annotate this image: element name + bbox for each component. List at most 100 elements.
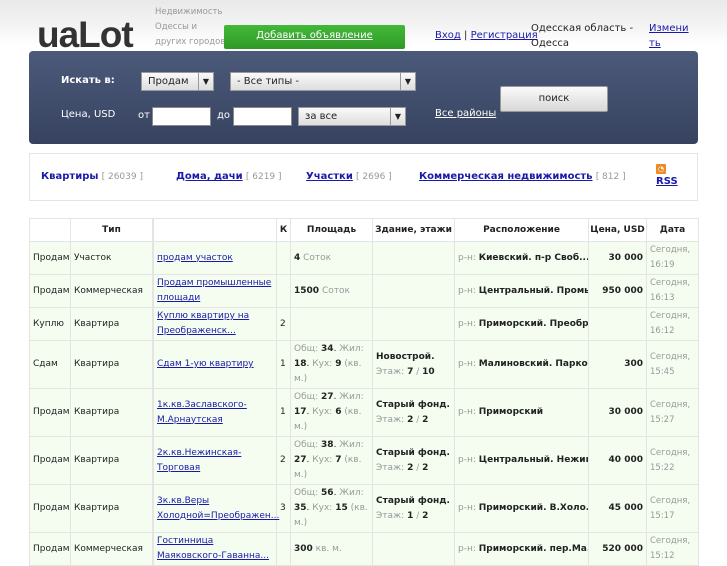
rss-link[interactable]: ◔ RSS xyxy=(656,164,678,187)
type-cell: Коммерческая xyxy=(70,532,153,566)
district-prefix: р-н: xyxy=(458,359,476,369)
price-cell: 30 000 xyxy=(588,388,647,437)
area-value: 4 xyxy=(294,252,301,263)
district-prefix: р-н: xyxy=(458,252,476,263)
period-select[interactable]: за все ▼ xyxy=(298,107,406,126)
deal-cell: Продам xyxy=(29,274,71,308)
deal-cell: Продам xyxy=(29,436,71,485)
category-name[interactable]: Коммерческая недвижимость xyxy=(419,171,593,182)
login-link[interactable]: Вход xyxy=(435,30,461,41)
table-row[interactable]: Продам Квартира 1к.кв.Заславского-М.Арнаут… xyxy=(29,388,699,437)
rooms-cell xyxy=(276,274,291,308)
category-name[interactable]: Квартиры xyxy=(41,171,98,182)
title-cell: продам участок xyxy=(153,241,277,275)
kitchen-label: Кух: xyxy=(312,503,333,513)
table-row[interactable]: Продам Квартира 2к.кв.Нежинская-Торговая 2 О… xyxy=(29,436,699,485)
district-prefix: р-н: xyxy=(458,543,476,554)
table-row[interactable]: Продам Коммерческая Гостинница Маяковского… xyxy=(29,532,699,566)
deal-cell: Продам xyxy=(29,532,71,566)
category-houses[interactable]: Дома, дачи [ 6219 ] xyxy=(176,171,282,182)
column-header: Тип xyxy=(70,218,153,242)
listing-link[interactable]: продам участок xyxy=(157,253,233,263)
chevron-down-icon: ▼ xyxy=(400,73,415,90)
kitchen-label: Кух: xyxy=(312,359,333,369)
category-plots[interactable]: Участки [ 2696 ] xyxy=(306,171,392,182)
floor: 7 xyxy=(407,366,414,377)
category-name[interactable]: Дома, дачи xyxy=(176,171,243,182)
listing-link[interactable]: Продам промышленные площади xyxy=(157,278,271,303)
table-row[interactable]: Сдам Квартира Сдам 1-ую квартиру 1 Общ: 34. … xyxy=(29,340,699,389)
area-unit: кв. м. xyxy=(315,543,342,554)
type-select-value: - Все типы - xyxy=(237,76,300,87)
area-cell xyxy=(290,307,373,341)
floor-label: Этаж: xyxy=(376,414,405,425)
listing-link[interactable]: 2к.кв.Нежинская-Торговая xyxy=(157,448,241,473)
deal-select[interactable]: Продам ▼ xyxy=(141,72,214,91)
category-bar: Квартиры [ 26039 ] Дома, дачи [ 6219 ] У… xyxy=(29,153,698,201)
table-row[interactable]: Продам Коммерческая Продам промышленные пл… xyxy=(29,274,699,308)
location: Малиновский. Парко... xyxy=(478,359,589,369)
location: Центральный. Промы... xyxy=(478,285,588,296)
search-button[interactable]: поиск xyxy=(500,86,608,112)
category-name[interactable]: Участки xyxy=(306,171,353,182)
location: Центральный. Нежин... xyxy=(478,455,588,465)
all-districts-link[interactable]: Все районы xyxy=(435,108,496,119)
listing-link[interactable]: Гостинница Маяковского-Гаванна... xyxy=(157,536,269,561)
location-cell: р-н: Приморский. Преобр... xyxy=(454,307,589,341)
rss-icon: ◔ xyxy=(656,164,666,174)
listing-link[interactable]: 1к.кв.Заславского-М.Арнаутская xyxy=(157,400,247,425)
register-link[interactable]: Регистрация xyxy=(471,30,538,41)
price-to-input[interactable] xyxy=(233,107,292,126)
change-region-link[interactable]: Изменить xyxy=(649,21,694,51)
type-cell: Квартира xyxy=(70,307,153,341)
logo[interactable]: uaLot xyxy=(37,14,134,56)
price-from-input[interactable] xyxy=(152,107,211,126)
location: Приморский. пер.Ма... xyxy=(478,543,589,554)
deal-cell: Продам xyxy=(29,484,71,533)
column-header xyxy=(153,218,277,242)
floor: 2 xyxy=(407,414,414,425)
floors: 2 xyxy=(422,462,429,473)
location: Киевский. п-р Своб... xyxy=(478,252,589,263)
kitchen-label: Кух: xyxy=(312,407,333,417)
type-cell: Квартира xyxy=(70,340,153,389)
listing-link[interactable]: Куплю квартиру на Преображенск... xyxy=(157,311,249,336)
category-commercial[interactable]: Коммерческая недвижимость [ 812 ] xyxy=(419,171,626,182)
to-label: до xyxy=(217,110,231,121)
building-type: Старый фонд. xyxy=(376,399,450,410)
listing-link[interactable]: 3к.кв.Веры Холодной=Преображен... xyxy=(157,496,279,521)
add-listing-button[interactable]: Добавить объявление xyxy=(224,25,405,49)
floor-label: Этаж: xyxy=(376,366,405,377)
price-cell: 30 000 xyxy=(588,241,647,275)
table-row[interactable]: Продам Квартира 3к.кв.Веры Холодной=Преобр… xyxy=(29,484,699,533)
location: Приморский. В.Холо... xyxy=(478,503,589,513)
slash: / xyxy=(416,366,420,377)
area-cell: Общ: 38. Жил: 27. Кух: 7 (кв. м.) xyxy=(290,436,373,485)
district-prefix: р-н: xyxy=(458,318,476,329)
rss-label[interactable]: RSS xyxy=(656,176,678,187)
total-area: 38 xyxy=(321,440,334,450)
period-select-value: за все xyxy=(305,111,338,122)
floor: 2 xyxy=(407,462,414,473)
location-cell: р-н: Центральный. Промы... xyxy=(454,274,589,308)
category-count: [ 6219 ] xyxy=(245,172,282,182)
district-prefix: р-н: xyxy=(458,407,476,417)
total-label: Общ: xyxy=(294,440,319,450)
date-cell: Сегодня, 16:12 xyxy=(646,307,699,341)
total-label: Общ: xyxy=(294,488,319,498)
deal-cell: Продам xyxy=(29,241,71,275)
table-row[interactable]: Продам Участок продам участок 4 Соток р-н: К… xyxy=(29,241,699,275)
category-apartments[interactable]: Квартиры [ 26039 ] xyxy=(41,171,143,182)
floor-label: Этаж: xyxy=(376,510,405,521)
table-row[interactable]: Куплю Квартира Куплю квартиру на Преображе… xyxy=(29,307,699,341)
rooms-cell: 1 xyxy=(276,340,291,389)
category-count: [ 812 ] xyxy=(595,172,626,182)
category-count: [ 2696 ] xyxy=(356,172,392,182)
building-cell xyxy=(372,241,455,275)
type-select[interactable]: - Все типы - ▼ xyxy=(230,72,416,91)
title-cell: Сдам 1-ую квартиру xyxy=(153,340,277,389)
floors: 10 xyxy=(422,366,435,377)
listing-link[interactable]: Сдам 1-ую квартиру xyxy=(157,359,254,369)
title-cell: Гостинница Маяковского-Гаванна... xyxy=(153,532,277,566)
kitchen-area: 7 xyxy=(335,455,342,465)
